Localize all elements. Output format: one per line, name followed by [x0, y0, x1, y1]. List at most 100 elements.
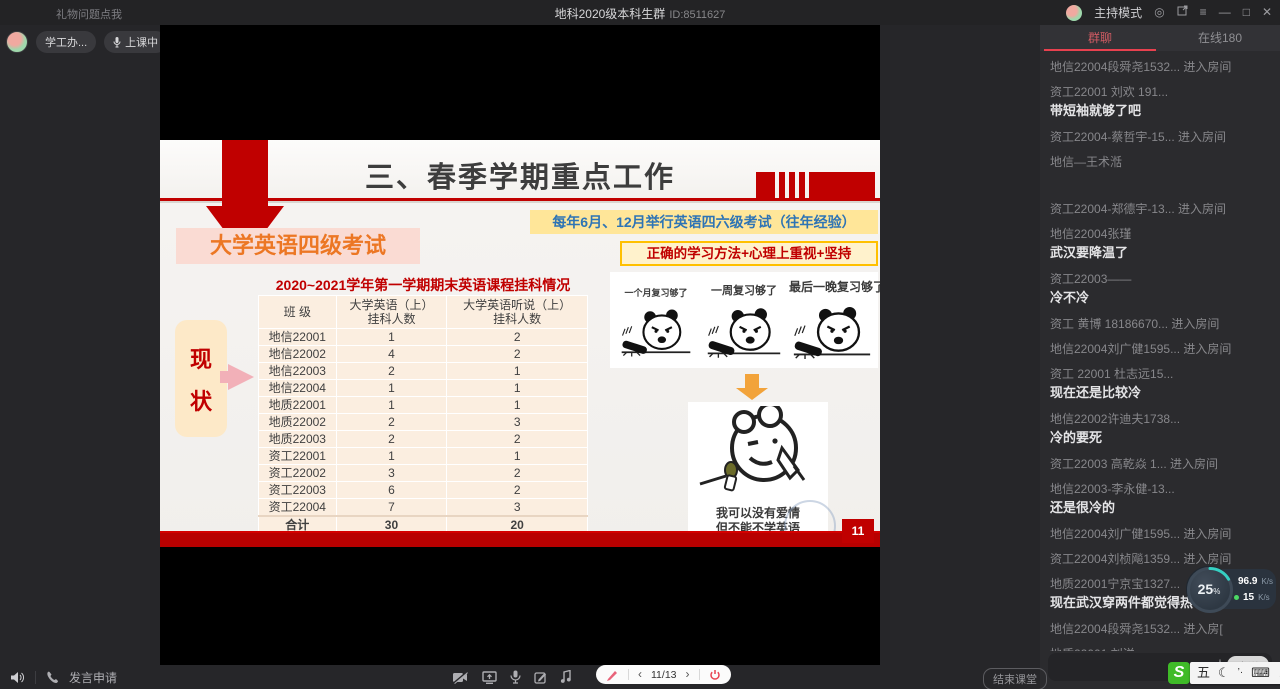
- chat-message: 资工22001 刘欢 191... 带短袖就够了吧: [1050, 84, 1270, 120]
- left-panel: 学工办... 上课中: [0, 25, 160, 665]
- end-class-button[interactable]: 结束课堂: [983, 668, 1047, 689]
- slide-page-number: 11: [842, 519, 874, 543]
- download-dot: [1234, 595, 1239, 600]
- close-icon[interactable]: ✕: [1262, 0, 1272, 25]
- table-row: 地信2200242: [259, 346, 588, 363]
- chat-message: 资工22003—— 冷不冷: [1050, 271, 1270, 307]
- host-mode-label[interactable]: 主持模式: [1094, 4, 1142, 21]
- message-sender: 地信22004张瑾: [1050, 226, 1270, 242]
- method-banner: 正确的学习方法+心理上重视+坚持: [620, 241, 878, 266]
- table-header: 班 级: [259, 296, 337, 329]
- mic-small-icon: [113, 37, 121, 48]
- music-icon[interactable]: [560, 670, 572, 684]
- table-header: 大学英语听说（上）挂科人数: [447, 296, 588, 329]
- edit-icon[interactable]: [534, 671, 547, 684]
- meme-caption: 最后一晚复习够了: [789, 278, 875, 295]
- meme-caption: 一周复习够了: [701, 282, 787, 298]
- class-status-badge[interactable]: 上课中: [104, 31, 167, 53]
- presentation-controls: ‹ 11/13 ›: [596, 665, 731, 684]
- table-row: 地质2200322: [259, 431, 588, 448]
- message-text: 还是很冷的: [1050, 499, 1270, 517]
- ime-punct-icon[interactable]: ’·: [1238, 662, 1244, 684]
- page-indicator: 11/13: [651, 669, 677, 681]
- title-bar: 礼物问题点我 地科2020级本科生群ID:8511627 主持模式 ◎ ≡ — …: [0, 0, 1280, 25]
- system-message: 资工22004刘桢飚1359... 进入房间: [1050, 551, 1270, 567]
- message-sender: 资工22003——: [1050, 271, 1270, 287]
- system-message: 资工 黄博 18186670... 进入房间: [1050, 316, 1270, 332]
- panda-meme-strip: 一个月复习够了 一周复习够了 最后一晚复习够了: [610, 272, 878, 368]
- chat-message: 地质22001 刘洋没有问题了，郭老师要早点睡呀: [1050, 646, 1270, 651]
- system-message: 地信22004刘广健1595... 进入房间: [1050, 341, 1270, 357]
- table-row: 资工2200362: [259, 482, 588, 499]
- chat-tabs: 群聊 在线180: [1040, 25, 1280, 51]
- screen-share-icon[interactable]: [482, 671, 497, 684]
- slide-footer-bar: [160, 531, 880, 547]
- table-row: 资工2200473: [259, 499, 588, 517]
- presentation-stage: 三、春季学期重点工作 每年6月、12月举行英语四六级考试（往年经验） 大学英语四…: [160, 25, 880, 665]
- table-row: 地质2200111: [259, 397, 588, 414]
- system-message: 资工22004-郑德宇-13... 进入房间: [1050, 201, 1270, 217]
- fail-count-table: 班 级大学英语（上）挂科人数大学英语听说（上）挂科人数地信2200112地信22…: [258, 295, 588, 534]
- network-overlay[interactable]: 96.9K/s 15K/s 25%: [1186, 566, 1276, 614]
- chat-message: 地信—王术湉: [1050, 154, 1270, 192]
- message-text: 冷的要死: [1050, 429, 1270, 447]
- prev-page-button[interactable]: ‹: [638, 665, 642, 684]
- message-sender: 地信22002许迪夫1738...: [1050, 411, 1270, 427]
- panda-meme: 一个月复习够了: [613, 278, 699, 362]
- message-sender: 地质22001 刘洋: [1050, 646, 1270, 651]
- red-blocks-decoration: [756, 172, 875, 198]
- presenter-avatar[interactable]: [6, 31, 28, 53]
- table-title: 2020~2021学年第一学期期末英语课程挂科情况: [258, 275, 588, 295]
- system-message: 地信22004段舜尧1532... 进入房[: [1050, 621, 1270, 637]
- menu-icon[interactable]: ≡: [1200, 0, 1207, 25]
- slide-divider: [160, 198, 880, 201]
- speaker-icon[interactable]: [10, 671, 25, 684]
- next-page-button[interactable]: ›: [686, 665, 690, 684]
- table-row: 地信2200112: [259, 329, 588, 346]
- memory-ball[interactable]: 25%: [1186, 566, 1232, 612]
- record-icon[interactable]: ◎: [1154, 0, 1164, 25]
- ime-mode-icon[interactable]: 五: [1197, 662, 1210, 684]
- message-sender: 资工22001 刘欢 191...: [1050, 84, 1270, 100]
- message-text: 带短袖就够了吧: [1050, 102, 1270, 120]
- presenter-name[interactable]: 学工办...: [36, 31, 96, 53]
- system-message: 资工22004-蔡哲宇-15... 进入房间: [1050, 129, 1270, 145]
- message-text: 武汉要降温了: [1050, 244, 1270, 262]
- message-sender: 地信—王术湉: [1050, 154, 1270, 170]
- topic-label: 大学英语四级考试: [176, 228, 420, 264]
- panda-meme: 最后一晚复习够了: [789, 278, 875, 362]
- popout-icon[interactable]: [1177, 0, 1188, 25]
- ime-toolbar[interactable]: S 五 ☾ ’· ⌨ ♟ ⊞: [1168, 661, 1280, 685]
- meme-caption: 一个月复习够了: [613, 286, 699, 299]
- message-text: 现在还是比较冷: [1050, 384, 1270, 402]
- right-gap: [880, 25, 1040, 665]
- speech-request-button[interactable]: 发言申请: [69, 669, 117, 686]
- camera-off-icon[interactable]: [452, 671, 469, 684]
- ime-keyboard-icon[interactable]: ⌨: [1251, 662, 1270, 684]
- tab-group-chat[interactable]: 群聊: [1040, 25, 1160, 51]
- message-sender: 资工 22001 杜志远15...: [1050, 366, 1270, 382]
- message-sender: 地信22003-李永健-13...: [1050, 481, 1270, 497]
- power-icon[interactable]: [709, 669, 721, 681]
- minimize-icon[interactable]: —: [1219, 0, 1231, 25]
- mic-icon[interactable]: [510, 670, 521, 684]
- room-id: ID:8511627: [669, 9, 725, 21]
- message-text: 冷不冷: [1050, 289, 1270, 307]
- table-row: 资工2200111: [259, 448, 588, 465]
- orange-down-arrow: [736, 374, 768, 400]
- chat-message: 地信22002许迪夫1738... 冷的要死: [1050, 411, 1270, 447]
- bottom-toolbar: 发言申请 结束课堂: [0, 665, 1040, 689]
- ime-moon-icon[interactable]: ☾: [1218, 662, 1230, 684]
- table-row: 地信2200321: [259, 363, 588, 380]
- table-header: 大学英语（上）挂科人数: [336, 296, 447, 329]
- ime-logo-icon[interactable]: S: [1168, 662, 1190, 684]
- tab-online-count[interactable]: 在线180: [1160, 25, 1280, 51]
- maximize-icon[interactable]: □: [1243, 0, 1250, 25]
- exam-schedule-banner: 每年6月、12月举行英语四六级考试（往年经验）: [530, 210, 878, 234]
- system-message: 地信22004刘广健1595... 进入房间: [1050, 526, 1270, 542]
- chat-messages[interactable]: 地信22004段舜尧1532... 进入房间资工22001 刘欢 191...带…: [1040, 51, 1280, 651]
- phone-icon[interactable]: [46, 671, 59, 684]
- pen-icon[interactable]: [606, 668, 619, 681]
- chat-message: 地信22004张瑾武汉要降温了: [1050, 226, 1270, 262]
- chat-message: 地信22003-李永健-13... 还是很冷的: [1050, 481, 1270, 517]
